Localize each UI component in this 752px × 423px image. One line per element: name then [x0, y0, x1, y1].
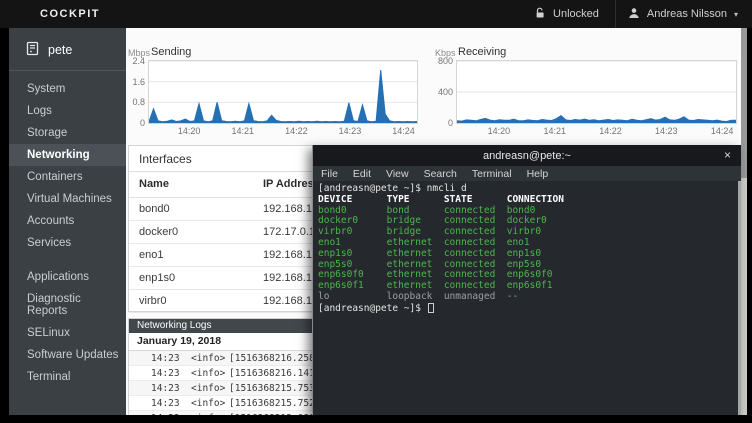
sidebar-item-diagnostic-reports[interactable]: Diagnostic Reports [9, 288, 126, 322]
sidebar: pete SystemLogsStorageNetworkingContaine… [9, 28, 126, 415]
terminal-line-text: DEVICE TYPE STATE CONNECTION [318, 194, 564, 205]
terminal-line-text: docker0 bridge connected docker0 [318, 215, 547, 226]
log-time: 14:23 [151, 413, 179, 415]
interface-name: eno1 [139, 249, 163, 261]
x-tick-label: 14:23 [655, 126, 678, 136]
host-selector[interactable]: pete [9, 28, 126, 70]
x-tick-label: 14:22 [599, 126, 622, 136]
terminal-line-text: [andreasn@pete ~]$ nmcli d [318, 183, 467, 194]
terminal-body[interactable]: [andreasn@pete ~]$ nmcli dDEVICE TYPE ST… [313, 181, 741, 415]
y-tick-label: 400 [432, 87, 453, 97]
x-tick-label: 14:20 [488, 126, 511, 136]
terminal-menu-edit[interactable]: Edit [353, 168, 371, 180]
y-tick-label: 800 [432, 56, 453, 66]
log-level: <info> [191, 383, 225, 394]
log-time: 14:23 [151, 398, 179, 409]
terminal-menubar: File Edit View Search Terminal Help [313, 166, 741, 181]
column-header-name: Name [139, 178, 169, 190]
user-name-label: Andreas Nilsson [647, 8, 727, 20]
receiving-chart-title: Receiving [458, 46, 506, 60]
terminal-line-text: enp5s0 ethernet connected enp5s0 [318, 259, 541, 270]
unlocked-padlock-icon [535, 7, 546, 22]
sidebar-item-virtual-machines[interactable]: Virtual Machines [9, 188, 126, 210]
sidebar-item-applications[interactable]: Applications [9, 266, 126, 288]
sidebar-menu: SystemLogsStorageNetworkingContainersVir… [9, 78, 126, 388]
terminal-window: andreasn@pete:~ × File Edit View Search Term… [312, 145, 741, 415]
cockpit-logo: COCKPIT [40, 8, 100, 20]
page-scrollbar-thumb[interactable] [741, 28, 747, 178]
terminal-line-text: enp6s0f1 ethernet connected enp6s0f1 [318, 280, 553, 291]
y-tick-label: 0 [432, 118, 453, 128]
receiving-chart-plot [456, 60, 737, 124]
server-icon [26, 41, 40, 59]
chevron-down-icon: ▾ [734, 10, 738, 19]
x-tick-label: 14:21 [543, 126, 566, 136]
x-tick-label: 14:24 [711, 126, 734, 136]
log-time: 14:23 [151, 368, 179, 379]
sidebar-divider [9, 70, 126, 71]
y-tick-label: 0 [126, 118, 145, 128]
masthead: COCKPIT Unlocked Andreas Nilsson ▾ [0, 0, 752, 28]
terminal-scrollbar[interactable] [738, 181, 741, 415]
sidebar-item-terminal[interactable]: Terminal [9, 366, 126, 388]
terminal-menu-view[interactable]: View [386, 168, 409, 180]
x-tick-label: 14:22 [285, 126, 308, 136]
terminal-line-text: lo loopback unmanaged -- [318, 291, 518, 302]
sidebar-item-services[interactable]: Services [9, 232, 126, 254]
sidebar-item-networking[interactable]: Networking [9, 144, 126, 166]
y-tick-label: 1.6 [126, 77, 145, 87]
log-level: <info> [191, 353, 225, 364]
interface-name: docker0 [139, 226, 178, 238]
terminal-menu-terminal[interactable]: Terminal [472, 168, 512, 180]
x-tick-label: 14:24 [392, 126, 415, 136]
lock-status-button[interactable]: Unlocked [519, 0, 616, 28]
user-icon [628, 7, 640, 22]
user-menu-button[interactable]: Andreas Nilsson ▾ [616, 0, 752, 28]
terminal-line-text: enp6s0f0 ethernet connected enp6s0f0 [318, 269, 553, 280]
log-level: <info> [191, 368, 225, 379]
terminal-menu-search[interactable]: Search [424, 168, 457, 180]
sidebar-item-software-updates[interactable]: Software Updates [9, 344, 126, 366]
page-scrollbar[interactable] [741, 28, 747, 415]
terminal-line-text: enp1s0 ethernet connected enp1s0 [318, 248, 541, 259]
terminal-menu-help[interactable]: Help [527, 168, 549, 180]
masthead-right: Unlocked Andreas Nilsson ▾ [519, 0, 752, 28]
terminal-title: andreasn@pete:~ [313, 150, 741, 162]
x-tick-label: 14:20 [178, 126, 201, 136]
terminal-line-text: virbr0 bridge connected virbr0 [318, 226, 541, 237]
terminal-menu-file[interactable]: File [321, 168, 338, 180]
sidebar-item-containers[interactable]: Containers [9, 166, 126, 188]
log-time: 14:23 [151, 353, 179, 364]
y-tick-label: 2.4 [126, 56, 145, 66]
terminal-cursor [428, 303, 434, 313]
interface-name: bond0 [139, 203, 170, 215]
terminal-line: lo loopback unmanaged -- [318, 292, 741, 303]
terminal-line-text: [andreasn@pete ~]$ [318, 303, 427, 314]
terminal-line-text: bond0 bond connected bond0 [318, 205, 535, 216]
host-name-label: pete [48, 43, 72, 57]
sending-chart-plot [148, 60, 418, 124]
sidebar-item-storage[interactable]: Storage [9, 122, 126, 144]
terminal-line: [andreasn@pete ~]$ [318, 303, 741, 315]
log-level: <info> [191, 398, 225, 409]
y-tick-label: 0.8 [126, 97, 145, 107]
x-tick-label: 14:21 [231, 126, 254, 136]
sidebar-item-accounts[interactable]: Accounts [9, 210, 126, 232]
sidebar-item-system[interactable]: System [9, 78, 126, 100]
terminal-titlebar[interactable]: andreasn@pete:~ × [313, 145, 741, 166]
interface-name: enp1s0 [139, 272, 175, 284]
terminal-line-text: eno1 ethernet connected eno1 [318, 237, 530, 248]
close-icon[interactable]: × [724, 148, 731, 162]
lock-status-label: Unlocked [553, 8, 599, 20]
interface-name: virbr0 [139, 295, 167, 307]
sending-chart-title: Sending [151, 46, 191, 60]
sidebar-item-selinux[interactable]: SELinux [9, 322, 126, 344]
log-level: <info> [191, 413, 225, 415]
log-time: 14:23 [151, 383, 179, 394]
x-tick-label: 14:23 [339, 126, 362, 136]
sidebar-item-logs[interactable]: Logs [9, 100, 126, 122]
